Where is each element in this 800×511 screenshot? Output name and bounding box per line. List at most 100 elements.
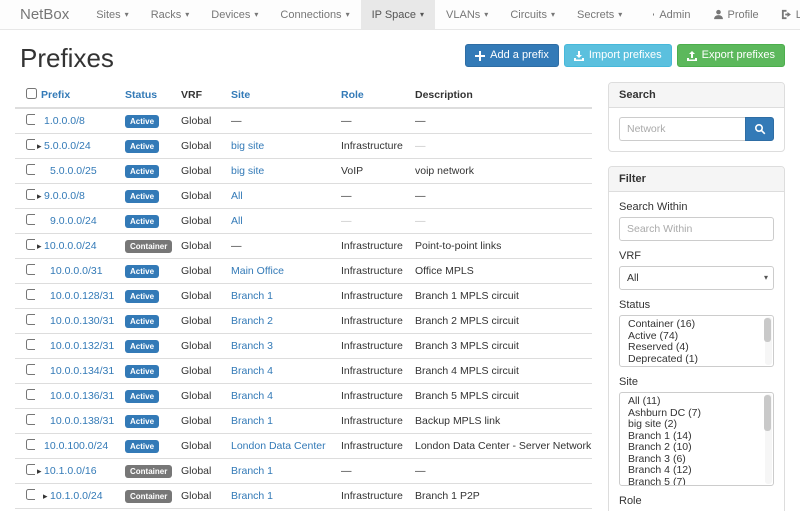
row-checkbox[interactable] xyxy=(26,289,35,300)
row-checkbox[interactable] xyxy=(26,389,35,400)
site-link[interactable]: Branch 1 xyxy=(231,415,273,427)
row-checkbox[interactable] xyxy=(26,439,35,450)
description-value: Branch 1 MPLS circuit xyxy=(415,290,519,302)
prefix-link[interactable]: 1.0.0.0/8 xyxy=(44,115,85,127)
admin-link[interactable]: Admin xyxy=(633,0,701,29)
site-option[interactable]: Branch 4 (12) xyxy=(620,465,773,477)
row-checkbox[interactable] xyxy=(26,489,35,500)
row-checkbox[interactable] xyxy=(26,239,35,250)
logout-link[interactable]: Log out xyxy=(770,0,800,29)
prefix-link[interactable]: 10.0.0.0/31 xyxy=(50,265,103,277)
site-link[interactable]: — xyxy=(231,115,242,127)
site-link[interactable]: Branch 4 xyxy=(231,365,273,377)
row-checkbox[interactable] xyxy=(26,314,35,325)
vrf-select[interactable]: All ▾ xyxy=(619,266,774,290)
site-link[interactable]: Branch 2 xyxy=(231,315,273,327)
row-checkbox[interactable] xyxy=(26,339,35,350)
site-link[interactable]: — xyxy=(231,240,242,252)
status-option[interactable]: Container (16) xyxy=(620,319,773,331)
expand-arrow-icon[interactable]: ▸ xyxy=(37,139,44,153)
site-link[interactable]: big site xyxy=(231,140,264,152)
scrollbar-thumb[interactable] xyxy=(764,318,771,342)
prefix-link[interactable]: 10.1.0.0/24 xyxy=(50,490,103,502)
prefix-link[interactable]: 10.0.0.0/24 xyxy=(44,240,97,252)
role-value: Infrastructure xyxy=(341,240,403,252)
status-option[interactable]: Deprecated (1) xyxy=(620,354,773,366)
row-checkbox[interactable] xyxy=(26,214,35,225)
description-cell: Point-to-point links xyxy=(409,234,592,259)
site-link[interactable]: Branch 3 xyxy=(231,340,273,352)
search-input[interactable] xyxy=(619,117,745,141)
prefix-link[interactable]: 10.1.0.0/16 xyxy=(44,465,97,477)
export-prefixes-button[interactable]: Export prefixes xyxy=(677,44,785,67)
nav-menu-item[interactable]: Secrets ▾ xyxy=(566,0,633,29)
site-option[interactable]: big site (2) xyxy=(620,419,773,431)
chevron-down-icon: ▾ xyxy=(254,11,258,19)
row-checkbox[interactable] xyxy=(26,189,35,200)
profile-link[interactable]: Profile xyxy=(702,0,770,29)
column-header-status[interactable]: Status xyxy=(119,82,175,108)
app-brand[interactable]: NetBox xyxy=(0,0,85,29)
site-option[interactable]: Branch 5 (7) xyxy=(620,477,773,487)
search-button[interactable] xyxy=(745,117,774,141)
column-header-prefix[interactable]: Prefix xyxy=(35,82,119,108)
site-option[interactable]: All (11) xyxy=(620,396,773,408)
nav-menu-item[interactable]: IP Space ▾ xyxy=(361,0,435,29)
expand-arrow-icon[interactable]: ▸ xyxy=(37,239,44,253)
prefix-link[interactable]: 9.0.0.0/8 xyxy=(44,190,85,202)
site-option[interactable]: Branch 3 (6) xyxy=(620,454,773,466)
nav-menu-item[interactable]: Devices ▾ xyxy=(200,0,269,29)
status-cell: Active xyxy=(119,409,175,434)
site-link[interactable]: Branch 1 xyxy=(231,490,273,502)
expand-arrow-icon[interactable]: ▸ xyxy=(37,464,44,478)
row-checkbox[interactable] xyxy=(26,114,35,125)
site-link[interactable]: Branch 4 xyxy=(231,390,273,402)
row-checkbox-cell xyxy=(15,309,35,334)
prefix-link[interactable]: 10.0.0.134/31 xyxy=(50,365,114,377)
site-link[interactable]: big site xyxy=(231,165,264,177)
row-checkbox[interactable] xyxy=(26,139,35,150)
nav-menu-item[interactable]: Racks ▾ xyxy=(140,0,201,29)
site-link[interactable]: All xyxy=(231,190,243,202)
table-row: ▸5.0.0.0/25 Active Global big site VoIP … xyxy=(15,159,592,184)
prefix-link[interactable]: 9.0.0.0/24 xyxy=(50,215,97,227)
site-link[interactable]: All xyxy=(231,215,243,227)
site-link[interactable]: Branch 1 xyxy=(231,290,273,302)
site-link[interactable]: Main Office xyxy=(231,265,284,277)
prefix-link[interactable]: 10.0.0.136/31 xyxy=(50,390,114,402)
nav-menu-item[interactable]: Connections ▾ xyxy=(269,0,360,29)
row-checkbox[interactable] xyxy=(26,464,35,475)
site-link[interactable]: Branch 1 xyxy=(231,465,273,477)
scrollbar-thumb[interactable] xyxy=(764,395,771,431)
status-option[interactable]: Active (74) xyxy=(620,331,773,343)
nav-menu-item[interactable]: Sites ▾ xyxy=(85,0,139,29)
nav-menu-item[interactable]: VLANs ▾ xyxy=(435,0,499,29)
add-prefix-button[interactable]: Add a prefix xyxy=(465,44,559,67)
column-header-site[interactable]: Site xyxy=(225,82,335,108)
search-within-input[interactable] xyxy=(619,217,774,241)
prefix-link[interactable]: 10.0.0.128/31 xyxy=(50,290,114,302)
expand-arrow-icon[interactable]: ▸ xyxy=(43,489,50,503)
prefix-link[interactable]: 10.0.0.138/31 xyxy=(50,415,114,427)
prefix-link[interactable]: 10.0.100.0/24 xyxy=(44,440,108,452)
select-all-checkbox[interactable] xyxy=(26,88,37,99)
site-option[interactable]: Branch 1 (14) xyxy=(620,431,773,443)
row-checkbox[interactable] xyxy=(26,164,35,175)
site-option[interactable]: Branch 2 (10) xyxy=(620,442,773,454)
expand-arrow-icon[interactable]: ▸ xyxy=(37,189,44,203)
column-header-role[interactable]: Role xyxy=(335,82,409,108)
status-option[interactable]: Reserved (4) xyxy=(620,342,773,354)
nav-menu-item[interactable]: Circuits ▾ xyxy=(499,0,566,29)
prefix-link[interactable]: 5.0.0.0/24 xyxy=(44,140,91,152)
import-prefixes-button[interactable]: Import prefixes xyxy=(564,44,672,67)
row-checkbox[interactable] xyxy=(26,364,35,375)
site-link[interactable]: London Data Center xyxy=(231,440,326,452)
row-checkbox[interactable] xyxy=(26,414,35,425)
status-badge: Active xyxy=(125,340,159,353)
prefix-link[interactable]: 5.0.0.0/25 xyxy=(50,165,97,177)
prefix-link[interactable]: 10.0.0.132/31 xyxy=(50,340,114,352)
site-cell: London Data Center xyxy=(225,434,335,459)
site-option[interactable]: Ashburn DC (7) xyxy=(620,408,773,420)
prefix-link[interactable]: 10.0.0.130/31 xyxy=(50,315,114,327)
row-checkbox[interactable] xyxy=(26,264,35,275)
